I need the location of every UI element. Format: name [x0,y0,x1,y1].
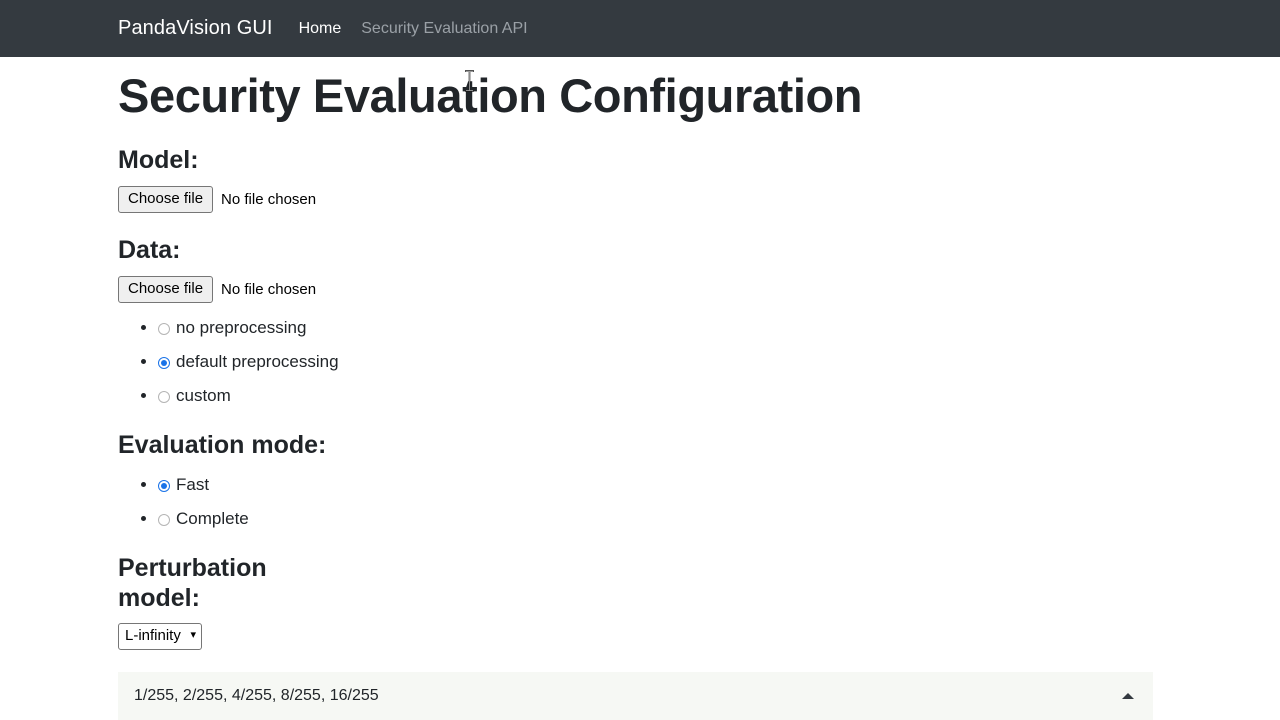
data-choose-file-button[interactable]: Choose file [118,276,214,304]
perturbation-select-holder: L-infinity ▾ [118,622,202,650]
perturbation-model-heading: Perturbation model: [118,553,267,612]
radio-default-preprocessing[interactable] [158,356,170,369]
list-item: Fast [158,474,1280,497]
epsilon-values-text: 1/255, 2/255, 4/255, 8/255, 16/255 [134,687,379,704]
radio-evaluation-fast[interactable] [158,479,170,492]
radio-label-no-preprocessing[interactable]: no preprocessing [176,318,306,337]
evaluation-mode-heading: Evaluation mode: [118,430,327,459]
radio-label-default-preprocessing[interactable]: default preprocessing [176,352,339,371]
main-content: Security Evaluation Configuration Model:… [0,57,1280,650]
top-navbar: PandaVision GUI Home Security Evaluation… [0,0,1280,57]
list-item: no preprocessing [158,317,1280,340]
data-file-input-row: Choose file No file chosen [118,276,1280,304]
nav-link-security-evaluation-api[interactable]: Security Evaluation API [361,20,527,38]
nav-links: Home Security Evaluation API [299,20,528,38]
radio-label-evaluation-complete[interactable]: Complete [176,509,249,528]
nav-link-home[interactable]: Home [299,20,342,38]
brand-logo-text[interactable]: PandaVision GUI [118,17,273,40]
perturbation-model-select[interactable]: L-infinity [118,622,202,650]
radio-evaluation-complete[interactable] [158,513,170,526]
epsilon-values-panel[interactable]: 1/255, 2/255, 4/255, 8/255, 16/255 [118,672,1153,720]
data-section-heading: Data: [118,236,181,265]
page-title: Security Evaluation Configuration [118,69,863,122]
list-item: Complete [158,508,1280,531]
radio-no-preprocessing[interactable] [158,323,170,336]
model-section-heading: Model: [118,146,199,175]
model-file-status-text: No file chosen [221,191,317,209]
list-item: custom [158,385,1280,408]
model-file-input-row: Choose file No file chosen [118,186,1280,214]
radio-label-evaluation-fast[interactable]: Fast [176,475,209,494]
evaluation-mode-options-list: Fast Complete [118,474,1280,531]
caret-up-icon[interactable] [1122,693,1134,699]
model-choose-file-button[interactable]: Choose file [118,186,214,214]
preprocessing-options-list: no preprocessing default preprocessing c… [118,317,1280,408]
data-file-status-text: No file chosen [221,281,317,299]
list-item: default preprocessing [158,351,1280,374]
radio-label-custom-preprocessing[interactable]: custom [176,386,231,405]
radio-custom-preprocessing[interactable] [158,390,170,403]
perturbation-select-row: L-infinity ▾ [118,622,1280,650]
